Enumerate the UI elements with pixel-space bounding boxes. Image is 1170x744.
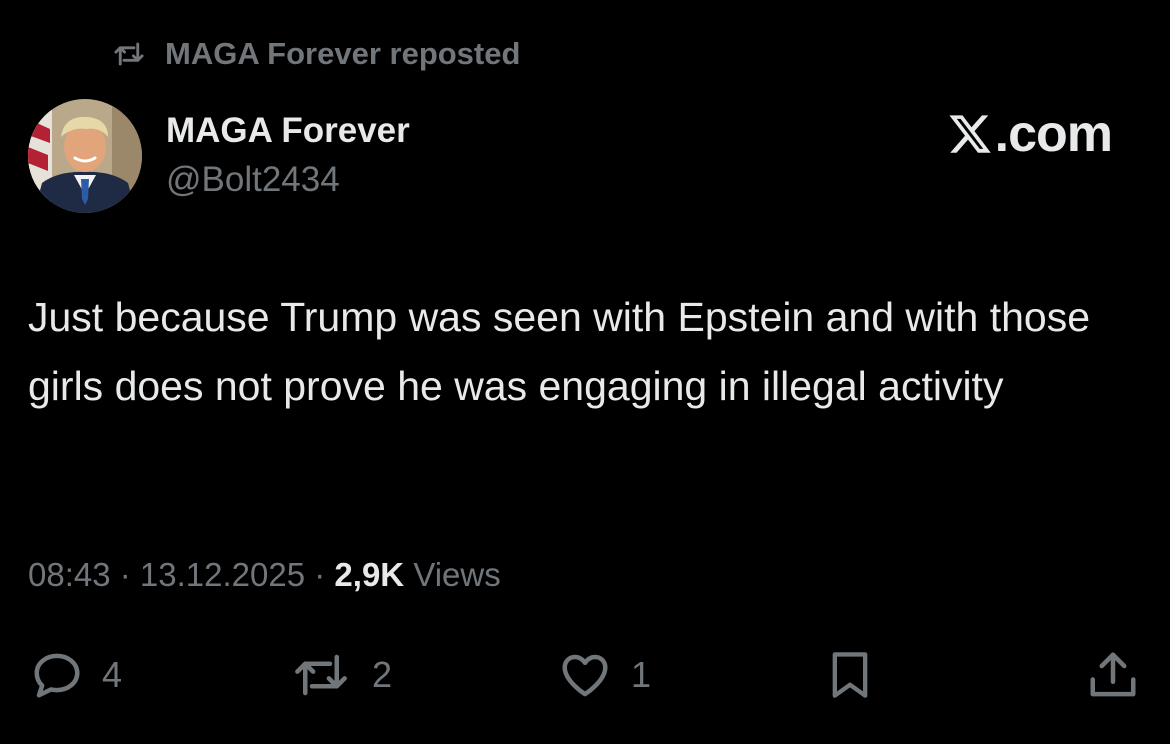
share-button[interactable] (1086, 645, 1140, 705)
share-icon (1090, 652, 1136, 697)
repost-banner-text: MAGA Forever reposted (165, 36, 521, 71)
reply-icon (34, 653, 80, 698)
x-com-watermark: .com (947, 104, 1113, 164)
avatar[interactable] (28, 99, 142, 213)
tweet-meta: 08:43 · 13.12.2025 · 2,9K Views (28, 556, 501, 594)
tweet-date[interactable]: 13.12.2025 (140, 556, 305, 593)
reply-count: 4 (102, 654, 123, 695)
tweet-text: Just because Trump was seen with Epstein… (28, 294, 1091, 409)
repost-icon (295, 654, 347, 696)
like-count: 1 (631, 654, 652, 695)
heart-icon (562, 654, 608, 697)
x-logo-icon (949, 115, 991, 153)
like-button[interactable]: 1 (555, 645, 651, 705)
views-label: Views (413, 556, 501, 593)
repost-button[interactable]: 2 (286, 645, 392, 705)
meta-separator: · (110, 556, 140, 593)
bookmark-button[interactable] (824, 645, 876, 705)
repost-icon (114, 42, 144, 66)
tweet-time[interactable]: 08:43 (28, 556, 111, 593)
views-count: 2,9K (334, 556, 405, 593)
avatar-photo (28, 99, 142, 213)
bookmark-icon (832, 652, 868, 698)
author-handle[interactable]: @Bolt2434 (166, 160, 340, 200)
meta-separator: · (305, 556, 335, 593)
reply-button[interactable]: 4 (28, 645, 122, 705)
repost-banner[interactable]: MAGA Forever reposted (110, 34, 520, 74)
watermark-text: .com (994, 105, 1113, 163)
author-display-name[interactable]: MAGA Forever (166, 111, 410, 151)
repost-count: 2 (372, 654, 393, 695)
